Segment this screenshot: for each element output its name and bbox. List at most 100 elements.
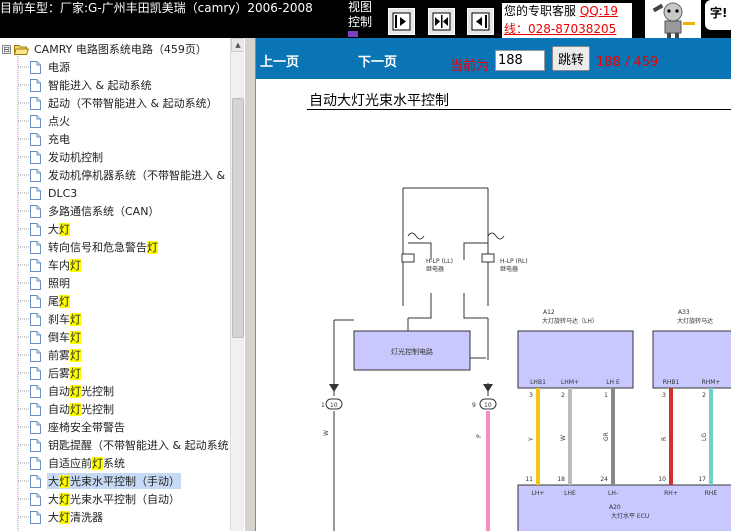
tree-item-label: 大灯清洗器 xyxy=(47,509,104,525)
tree-item-label: 发动机停机器系统（不带智能进入 & xyxy=(47,167,226,183)
document-page-icon xyxy=(30,78,41,92)
phone-link[interactable]: 线：028-87038205 xyxy=(504,21,632,37)
pin-number-upper: 2 xyxy=(561,392,565,399)
tree-item-text: 自适应前 xyxy=(48,457,92,470)
control-circuit-label: 灯光控制电路 xyxy=(391,347,433,356)
hide-tree-button[interactable] xyxy=(467,8,494,35)
wire-color-label: Y xyxy=(528,437,535,442)
tree-item-text: 光束水平控制（手动） xyxy=(70,475,180,488)
tree-item-label: 大灯 xyxy=(47,221,71,237)
tree-item-label: 自动灯光控制 xyxy=(47,401,115,417)
tree-item-text: 光控制 xyxy=(81,385,114,398)
search-highlight: 灯 xyxy=(70,331,81,344)
tree-item-text: 前雾 xyxy=(48,349,70,362)
tree-item[interactable]: 前雾灯 xyxy=(30,346,82,364)
tree-root-node[interactable]: ⊟ CAMRY 电路图系统电路（459页） xyxy=(0,40,208,58)
pin-number-lower: 24 xyxy=(600,476,608,483)
tree-item[interactable]: 大灯光束水平控制（手动） xyxy=(30,472,181,490)
tree-item[interactable]: 后雾灯 xyxy=(30,364,82,382)
qq-link[interactable]: QQ:19 xyxy=(580,4,618,18)
tree-item[interactable]: 起动（不带智能进入 & 起动系统） xyxy=(30,94,219,112)
top-bar: 目前车型：厂家:G-广州丰田凯美瑞（camry）2006-2008 视图控制 您… xyxy=(0,0,731,38)
wiring-schematic: H-LP (LL) 继电器 H-LP (RL) 继电器 灯光控制电路 1 10 xyxy=(321,187,731,531)
wire-color-left: W xyxy=(323,430,330,436)
tree-item-text: 大 xyxy=(48,511,59,524)
search-highlight: 灯 xyxy=(70,259,81,272)
wire-color-right: P xyxy=(476,434,483,438)
tree-item-text: 起动（不带智能进入 & 起动系统） xyxy=(48,97,218,110)
document-page-icon xyxy=(30,474,41,488)
tree-item-label: DLC3 xyxy=(47,187,78,200)
tree-item-label: 电源 xyxy=(47,59,71,75)
hide-tree-icon xyxy=(471,12,490,31)
tree-item-text: 多路通信系统（CAN） xyxy=(48,205,160,218)
document-page-icon xyxy=(30,312,41,326)
sensor-wire xyxy=(709,388,713,485)
search-highlight: 灯 xyxy=(59,475,70,488)
tree-item[interactable]: 照明 xyxy=(30,274,71,292)
tree-item[interactable]: 智能进入 & 起动系统 xyxy=(30,76,153,94)
search-highlight: 灯 xyxy=(70,403,81,416)
connector-right-num: 9 xyxy=(472,402,476,409)
tree-item[interactable]: 多路通信系统（CAN） xyxy=(30,202,160,220)
tree-item[interactable]: 大灯 xyxy=(30,220,71,238)
document-page-icon xyxy=(30,222,41,236)
connector-right: 9 10 xyxy=(472,384,497,410)
tree-item[interactable]: 大灯清洗器 xyxy=(30,508,104,526)
pink-wire xyxy=(486,411,490,531)
tree-item[interactable]: 转向信号和危急警告灯 xyxy=(30,238,159,256)
tree-item-label: 多路通信系统（CAN） xyxy=(47,203,160,219)
collapse-toggle-icon[interactable]: ⊟ xyxy=(2,44,11,54)
view-control-accent xyxy=(348,31,358,37)
document-page-icon xyxy=(30,186,41,200)
document-page-icon xyxy=(30,150,41,164)
scroll-up-arrow-icon[interactable]: ▲ xyxy=(231,38,245,52)
tree-item[interactable]: 自适应前灯系统 xyxy=(30,454,126,472)
tree-scrollbar[interactable]: ▲ xyxy=(230,38,245,531)
tree-item[interactable]: 钥匙提醒（不带智能进入 & 起动系统 xyxy=(30,436,230,454)
tree-item[interactable]: 充电 xyxy=(30,130,71,148)
ecu-pin-label: LH- xyxy=(608,490,618,497)
tree-item-label: 车内灯 xyxy=(47,257,82,273)
document-page-icon xyxy=(30,420,41,434)
tree-item-text: 智能进入 & 起动系统 xyxy=(48,79,152,92)
tree-item[interactable]: DLC3 xyxy=(30,184,78,202)
tree-item[interactable]: 发动机控制 xyxy=(30,148,104,166)
wire-color-label: GR xyxy=(603,432,610,441)
document-page-icon xyxy=(30,456,41,470)
panel-splitter[interactable] xyxy=(244,38,256,531)
search-highlight: 灯 xyxy=(70,367,81,380)
search-highlight: 灯 xyxy=(59,493,70,506)
tree-item-text: 光束水平控制（自动） xyxy=(70,493,180,506)
tree-item-text: DLC3 xyxy=(48,186,78,200)
tree-item-text: 转向信号和危急警告 xyxy=(48,241,147,254)
tree-item[interactable]: 大灯光束水平控制（自动） xyxy=(30,490,181,508)
scroll-thumb[interactable] xyxy=(232,98,244,338)
sensor-wire xyxy=(669,388,673,485)
document-page-icon xyxy=(30,114,41,128)
relay-left-sub: 继电器 xyxy=(426,265,444,273)
tree-item[interactable]: 自动灯光控制 xyxy=(30,382,115,400)
mascot-icon xyxy=(645,0,701,38)
ecu-box xyxy=(517,484,731,531)
sensor-wire xyxy=(536,388,540,485)
tree-item-text: 刹车 xyxy=(48,313,70,326)
tree-item[interactable]: 点火 xyxy=(30,112,71,130)
search-highlight: 灯 xyxy=(59,295,70,308)
split-view-button[interactable] xyxy=(428,8,455,35)
tree-item[interactable]: 尾灯 xyxy=(30,292,71,310)
wire-color-label: LG xyxy=(701,433,708,441)
sensor-wire-group: LHB1 3 Y 11 LH+ LHM+ 2 W 18 LHE LH E 1 GR 24LH- RHB1 3 R… xyxy=(525,379,720,497)
tree-item-text: 尾 xyxy=(48,295,59,308)
tree-item[interactable]: 刹车灯 xyxy=(30,310,82,328)
tree-item[interactable]: 座椅安全带警告 xyxy=(30,418,126,436)
tree-item[interactable]: 车内灯 xyxy=(30,256,82,274)
tree-item[interactable]: 倒车灯 xyxy=(30,328,82,346)
tree-item-text: 大 xyxy=(48,223,59,236)
show-tree-button[interactable] xyxy=(388,8,415,35)
tree-item-label: 充电 xyxy=(47,131,71,147)
tree-item[interactable]: 发动机停机器系统（不带智能进入 & xyxy=(30,166,226,184)
document-page-icon xyxy=(30,258,41,272)
tree-item[interactable]: 电源 xyxy=(30,58,71,76)
tree-item[interactable]: 自动灯光控制 xyxy=(30,400,115,418)
